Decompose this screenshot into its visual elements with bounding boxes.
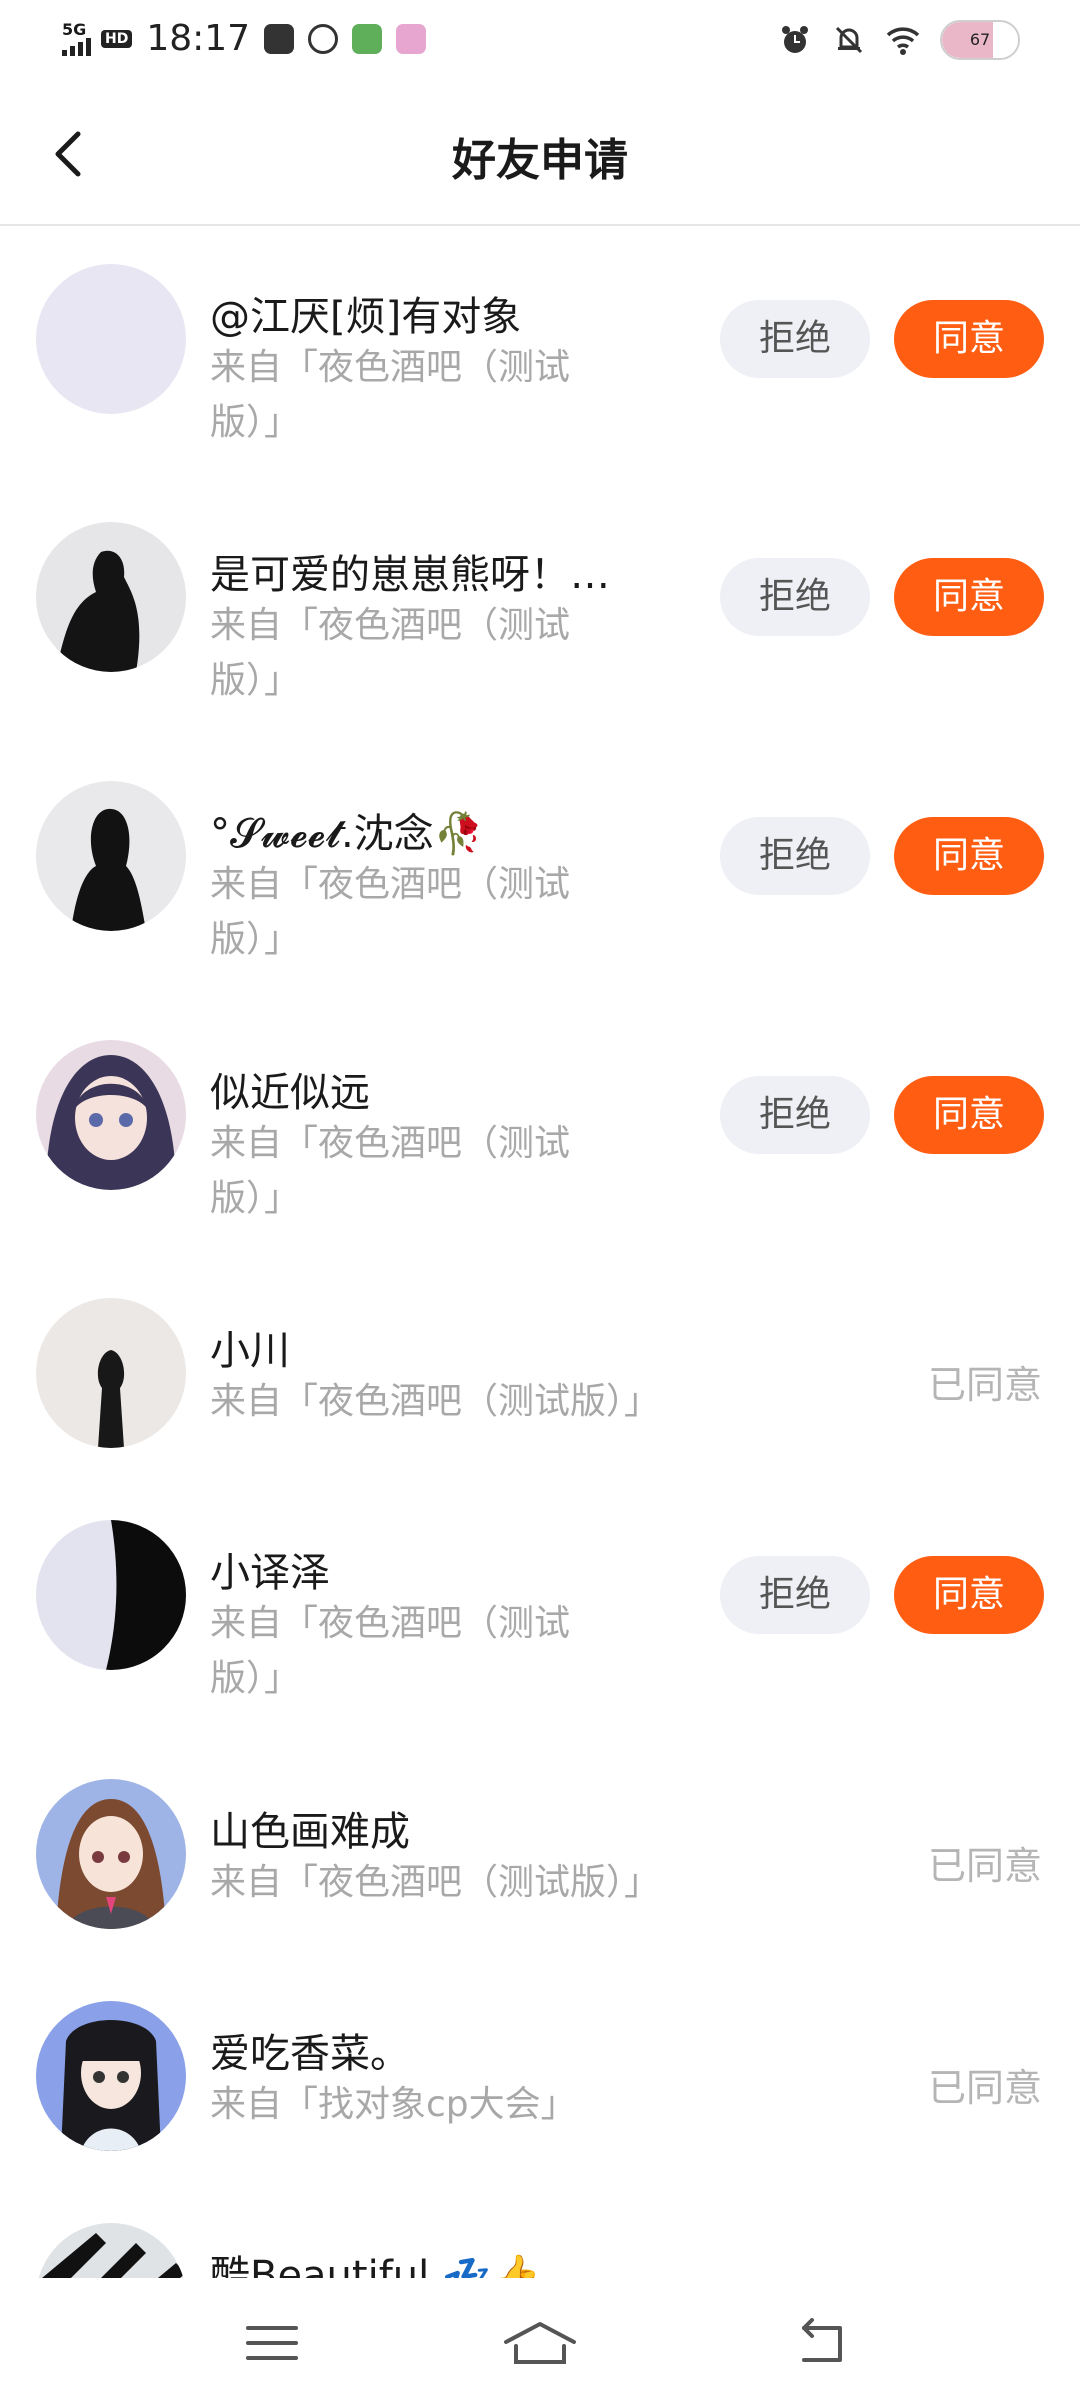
request-row[interactable]: 山色画难成 来自「夜色酒吧（测试版）」 已同意 bbox=[0, 1743, 1080, 1965]
menu-icon[interactable] bbox=[242, 2318, 302, 2368]
network-type: 5G bbox=[62, 19, 87, 39]
user-name: 爱吃香菜。 bbox=[210, 2031, 410, 2077]
avatar[interactable] bbox=[36, 781, 186, 931]
header: 好友申请 bbox=[0, 80, 1080, 226]
avatar[interactable] bbox=[36, 522, 186, 672]
status-left: 5G HD 18:17 bbox=[62, 18, 427, 59]
avatar[interactable] bbox=[36, 2001, 186, 2151]
accept-button[interactable]: 同意 bbox=[894, 558, 1044, 636]
user-name: @江厌[烦]有对象 bbox=[210, 294, 522, 340]
signal-icon: 5G bbox=[62, 19, 91, 56]
accept-button[interactable]: 同意 bbox=[894, 817, 1044, 895]
avatar[interactable] bbox=[36, 2223, 186, 2278]
request-source: 来自「夜色酒吧（测试版）」 bbox=[210, 1862, 661, 1903]
status-bar: 5G HD 18:17 67 bbox=[0, 0, 1080, 80]
status-accepted: 已同意 bbox=[927, 1844, 1042, 1888]
at-icon bbox=[308, 23, 339, 54]
request-row[interactable]: 小译泽 来自「夜色酒吧（测试版）」 拒绝 同意 bbox=[0, 1484, 1080, 1743]
reject-button[interactable]: 拒绝 bbox=[720, 1556, 870, 1634]
friend-request-list[interactable]: @江厌[烦]有对象 来自「夜色酒吧（测试版）」 拒绝 同意 是可爱的崽崽熊呀！…… bbox=[0, 228, 1080, 2278]
avatar[interactable] bbox=[36, 1779, 186, 1929]
request-source: 来自「夜色酒吧（测试版）」 bbox=[210, 864, 571, 960]
status-accepted: 已同意 bbox=[927, 1363, 1042, 1407]
request-row[interactable]: @江厌[烦]有对象 来自「夜色酒吧（测试版）」 拒绝 同意 bbox=[0, 228, 1080, 486]
app-icon-green bbox=[352, 23, 383, 54]
request-row[interactable]: 爱吃香菜。 来自「找对象cp大会」 已同意 bbox=[0, 1965, 1080, 2187]
avatar[interactable] bbox=[36, 1520, 186, 1670]
hd-badge: HD bbox=[101, 29, 133, 48]
accept-button[interactable]: 同意 bbox=[894, 1556, 1044, 1634]
app-icon-pink bbox=[396, 23, 427, 54]
request-row[interactable]: °𝓢𝔀𝓮𝓮𝓽.沈念🥀 来自「夜色酒吧（测试版）」 拒绝 同意 bbox=[0, 745, 1080, 1004]
user-name: 是可爱的崽崽熊呀！… bbox=[210, 552, 610, 598]
request-source: 来自「夜色酒吧（测试版）」 bbox=[210, 1381, 661, 1422]
user-name: 小译泽 bbox=[210, 1550, 330, 1596]
request-row[interactable]: 小川 来自「夜色酒吧（测试版）」 已同意 bbox=[0, 1262, 1080, 1484]
page-title: 好友申请 bbox=[452, 135, 628, 186]
reject-button[interactable]: 拒绝 bbox=[720, 817, 870, 895]
request-row[interactable]: 似近似远 来自「夜色酒吧（测试版）」 拒绝 同意 bbox=[0, 1004, 1080, 1262]
message-icon bbox=[264, 23, 295, 54]
user-name: 似近似远 bbox=[210, 1070, 370, 1116]
avatar[interactable] bbox=[36, 264, 186, 414]
reject-button[interactable]: 拒绝 bbox=[720, 300, 870, 378]
avatar[interactable] bbox=[36, 1040, 186, 1190]
avatar[interactable] bbox=[36, 1298, 186, 1448]
request-source: 来自「夜色酒吧（测试版）」 bbox=[210, 1123, 571, 1219]
status-accepted: 已同意 bbox=[927, 2066, 1042, 2110]
reject-button[interactable]: 拒绝 bbox=[720, 558, 870, 636]
clock: 18:17 bbox=[146, 18, 251, 59]
user-name: 山色画难成 bbox=[210, 1809, 410, 1855]
user-name: °𝓢𝔀𝓮𝓮𝓽.沈念🥀 bbox=[210, 811, 484, 857]
request-source: 来自「夜色酒吧（测试版）」 bbox=[210, 605, 571, 701]
wifi-icon bbox=[886, 27, 920, 55]
request-row[interactable]: 是可爱的崽崽熊呀！… 来自「夜色酒吧（测试版）」 拒绝 同意 bbox=[0, 486, 1080, 745]
back-icon[interactable] bbox=[794, 2318, 854, 2368]
reject-button[interactable]: 拒绝 bbox=[720, 1076, 870, 1154]
home-icon[interactable] bbox=[500, 2318, 580, 2368]
request-source: 来自「夜色酒吧（测试版）」 bbox=[210, 347, 571, 443]
user-name: 酷Beautiful 💤👍 bbox=[210, 2253, 542, 2278]
battery-indicator: 67 bbox=[940, 20, 1020, 60]
request-row[interactable]: 酷Beautiful 💤👍 bbox=[0, 2187, 1080, 2278]
battery-level: 67 bbox=[969, 30, 991, 49]
request-source: 来自「夜色酒吧（测试版）」 bbox=[210, 1603, 571, 1699]
navigation-bar bbox=[0, 2278, 1080, 2408]
accept-button[interactable]: 同意 bbox=[894, 1076, 1044, 1154]
request-source: 来自「找对象cp大会」 bbox=[210, 2084, 577, 2125]
accept-button[interactable]: 同意 bbox=[894, 300, 1044, 378]
status-right: 67 bbox=[778, 20, 1020, 60]
alarm-icon bbox=[782, 26, 808, 53]
user-name: 小川 bbox=[210, 1328, 290, 1374]
mute-bell-icon bbox=[835, 26, 863, 54]
